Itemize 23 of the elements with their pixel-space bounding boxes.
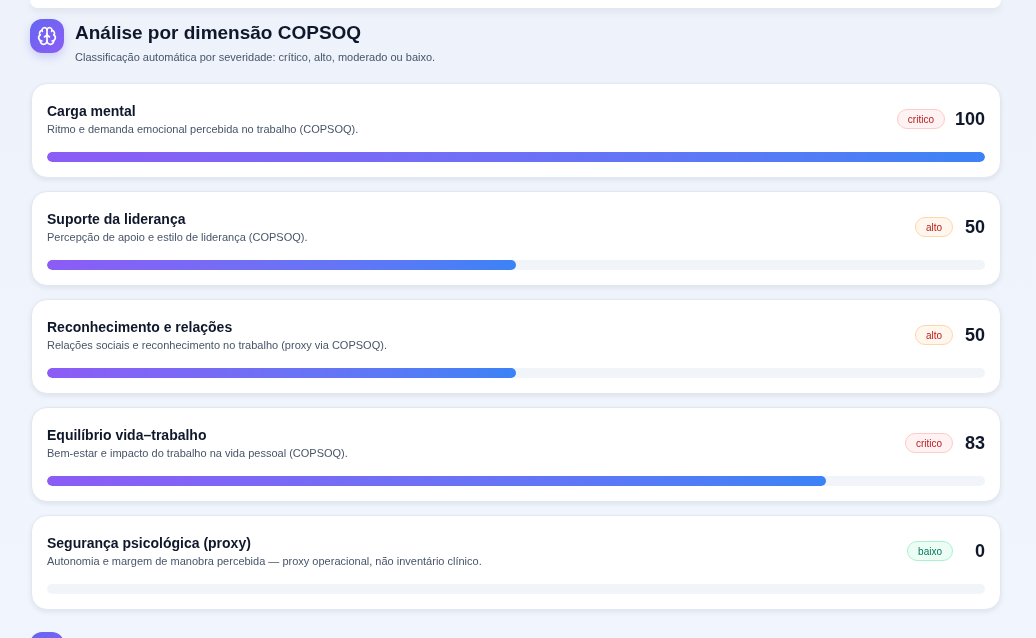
dimension-score: 83	[963, 432, 985, 454]
section-title: Análise por dimensão COPSOQ	[75, 21, 363, 45]
severity-badge: alto	[914, 217, 953, 237]
severity-badge: alto	[914, 325, 953, 345]
section-subtitle: Classificação automática por severidade: crítico, alto, moderado ou baixo.	[75, 50, 436, 64]
brain-icon	[30, 19, 64, 53]
severity-badge: critico	[904, 433, 953, 453]
dimension-description: Relações sociais e reconhecimento no trabalho (proxy via COPSOQ).	[47, 338, 387, 352]
dimension-description: Percepção de apoio e estilo de liderança (COPSOQ).	[47, 230, 308, 244]
dimension-title: Reconhecimento e relações	[47, 318, 234, 336]
severity-badge: baixo	[907, 541, 953, 561]
dimension-title: Segurança psicológica (proxy)	[47, 534, 252, 552]
dimension-score: 50	[963, 324, 985, 346]
dimension-score: 50	[963, 216, 985, 238]
dimension-description: Bem-estar e impacto do trabalho na vida pessoal (COPSOQ).	[47, 446, 348, 460]
dimension-score: 100	[954, 108, 985, 130]
dimension-score: 0	[974, 540, 985, 562]
dimension-title: Suporte da liderança	[47, 210, 187, 228]
dimension-title: Carga mental	[47, 102, 137, 120]
dimension-description: Ritmo e demanda emocional percebida no trabalho (COPSOQ).	[47, 122, 359, 136]
dimension-title: Equilíbrio vida–trabalho	[47, 426, 208, 444]
dimension-description: Autonomia e margem de manobra percebida — proxy operacional, não inventário clínico.	[47, 554, 482, 568]
severity-badge: critico	[896, 109, 945, 129]
